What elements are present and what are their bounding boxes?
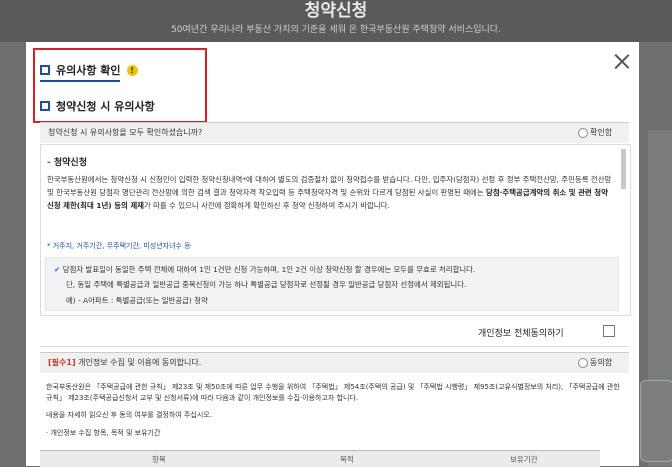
rule-box: ✔ 당첨자 발표일이 동일한 주택 전체에 대하여 1인 1건만 신청 가능하며… xyxy=(45,257,619,311)
privacy-consent-title: [필수1] 개인정보 수집 및 이용에 동의합니다. xyxy=(48,358,202,367)
page-title: 청약신청 xyxy=(304,1,368,21)
privacy-paragraph: 한국부동산원은 「주택공급에 관한 규칙」 제23조 및 제50조에 따른 업무… xyxy=(46,383,620,402)
scrollbar-thumb[interactable] xyxy=(621,149,626,189)
agree-all-label: 개인정보 전체동의하기 xyxy=(478,329,564,339)
confirm-bar: 청약신청 시 유의사항을 모두 확인하셨습니까? 확인함 xyxy=(40,122,629,143)
section-note: * 거주지, 거주기간, 무주택기간, 미성년자녀수 등 xyxy=(47,242,191,250)
rule-line-3: 예) - A아파트 : 특별공급(또는 일반공급) 청약 xyxy=(66,296,208,305)
rule-line-2: 단, 동일 주택에 특별공급과 일반공급 중복신청이 가능 하나 특별공급 당첨… xyxy=(66,280,467,289)
table-header-item: 항목 xyxy=(152,455,166,464)
section-title: - 청약신청 xyxy=(47,158,87,168)
check-icon: ✔ xyxy=(54,265,63,274)
privacy-instruction: 내용을 자세히 읽으신 후 동의 여부를 결정하여 주십시오. xyxy=(46,411,212,419)
privacy-consent-bar: [필수1] 개인정보 수집 및 이용에 동의합니다. 동의함 xyxy=(40,352,629,373)
agree-all-checkbox[interactable] xyxy=(603,325,615,337)
agree-radio[interactable] xyxy=(578,358,588,368)
notice-modal: 유의사항 확인 ! 청약신청 시 유의사항 청약신청 시 유의사항을 모두 확인… xyxy=(26,42,639,467)
close-icon[interactable] xyxy=(612,52,632,72)
table-header-retention: 보유기간 xyxy=(510,455,538,464)
rule-line-1: ✔ 당첨자 발표일이 동일한 주택 전체에 대하여 1인 1건만 신청 가능하며… xyxy=(54,265,476,274)
privacy-table-header: 항목 목적 보유기간 xyxy=(40,450,600,467)
table-header-purpose: 목적 xyxy=(340,455,354,464)
section-paragraph: 한국부동산원에서는 청약신청 시 신청인이 입력한 청약신청내역*에 대하여 별… xyxy=(47,175,612,210)
background-card xyxy=(640,380,672,462)
agree-radio-label[interactable]: 동의함 xyxy=(590,357,612,368)
confirm-question: 청약신청 시 유의사항을 모두 확인하셨습니까? xyxy=(48,128,203,137)
highlight-box xyxy=(33,48,207,123)
privacy-items-heading: · 개인정보 수집 항목, 목적 및 보유기간 xyxy=(46,429,161,437)
confirm-radio[interactable] xyxy=(578,128,588,138)
page-subtitle: 50여년간 우리나라 부동산 가치의 기준을 세워 온 한국부동산원 주택청약 … xyxy=(171,25,501,35)
caution-scroll-area[interactable]: - 청약신청 한국부동산원에서는 청약신청 시 신청인이 입력한 청약신청내역*… xyxy=(40,144,631,316)
divider xyxy=(40,346,629,347)
confirm-radio-label[interactable]: 확인함 xyxy=(590,127,612,138)
